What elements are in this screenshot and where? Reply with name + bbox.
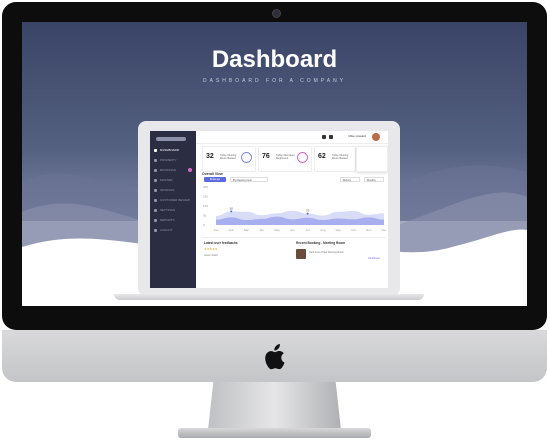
sidebar-item-customer-review[interactable]: CUSTOMER REVIEW — [154, 197, 194, 203]
dashboard-icon — [154, 148, 157, 152]
progress-ring — [297, 152, 308, 163]
sidebar-item-master[interactable]: MASTER — [154, 177, 194, 183]
x-tick-label: Jun — [290, 228, 295, 232]
period-select[interactable]: Monthly — [364, 177, 384, 182]
sidebar: DASHBOARD PROPERTY BOOKINGS MASTER INVOI… — [150, 131, 196, 288]
overall-title: Overall View — [202, 172, 223, 176]
feedback-title: Latest user feedbacks — [204, 241, 238, 245]
y-tick-label: 200 — [203, 185, 208, 189]
bookings-button[interactable]: Bookings — [204, 177, 226, 182]
stat-card: 62 Today Meeting Room Booked — [314, 146, 356, 172]
avatar[interactable] — [372, 133, 380, 141]
x-tick-label: Jan — [214, 228, 219, 232]
room-name: Park Zone Hotel Meeting Room — [309, 251, 345, 254]
logout-icon — [154, 228, 157, 232]
data-point — [306, 212, 309, 215]
message-icon[interactable] — [329, 135, 333, 139]
laptop-mockup: DASHBOARD PROPERTY BOOKINGS MASTER INVOI… — [138, 121, 400, 296]
rating-stars: ★★★★★ — [204, 247, 218, 251]
x-tick-label: Aug — [320, 228, 326, 232]
master-icon — [154, 178, 157, 182]
reviewer-name: Jason Smith — [204, 254, 218, 257]
x-tick-label: Feb — [229, 228, 235, 232]
x-tick-label: May — [274, 228, 280, 232]
y-tick-label: 50 — [203, 214, 207, 218]
sidebar-item-property[interactable]: PROPERTY — [154, 157, 194, 163]
sidebar-item-logout[interactable]: LOGOUT — [154, 227, 194, 233]
app-logo — [156, 137, 186, 141]
x-tick-label: Oct — [351, 228, 356, 232]
review-icon — [154, 198, 157, 202]
sidebar-item-invoices[interactable]: INVOICES — [154, 187, 194, 193]
booking-status: Confirmed — [368, 257, 380, 260]
notification-icon[interactable] — [322, 135, 326, 139]
stat-value: 32 — [206, 153, 214, 160]
x-tick-label: Jul — [306, 228, 310, 232]
y-tick-label: 0 — [203, 223, 205, 227]
dashboard-app: DASHBOARD PROPERTY BOOKINGS MASTER INVOI… — [150, 131, 388, 288]
camera-icon — [272, 9, 281, 18]
stat-label: Today Meeting Room Booked — [220, 154, 237, 160]
progress-ring — [241, 152, 252, 163]
monitor-foot — [178, 428, 371, 438]
hero-subtitle: DASHBOARD FOR A COMPANY — [202, 78, 347, 84]
imac-mockup: Dashboard DASHBOARD FOR A COMPANY DASHBO… — [0, 0, 549, 442]
data-label: 90 — [230, 206, 234, 210]
x-tick-label: Nov — [366, 228, 372, 232]
x-tick-label: Mar — [244, 228, 249, 232]
monitor-stand — [208, 382, 341, 430]
monitor-chin — [2, 330, 547, 382]
y-tick-label: 150 — [203, 195, 208, 199]
hero-title: Dashboard — [211, 46, 338, 73]
booking-title: Recent Booking - Meeting Room — [296, 241, 346, 245]
x-tick-label: Apr — [259, 228, 264, 232]
sidebar-item-settings[interactable]: SETTINGS — [154, 207, 194, 213]
metrics-button[interactable]: Metrics — [340, 177, 360, 182]
reports-icon — [154, 218, 157, 222]
laptop-base — [114, 294, 424, 300]
settings-icon — [154, 208, 157, 212]
top-bar: Mike Howard — [196, 131, 388, 144]
user-name[interactable]: Mike Howard — [348, 134, 366, 138]
stat-card: 76 Today Attendees Registered — [258, 146, 312, 172]
stat-label: Today Meeting Room Booked — [332, 154, 349, 160]
sidebar-item-bookings[interactable]: BOOKINGS — [154, 167, 194, 173]
stat-value: 76 — [262, 153, 270, 160]
x-tick-label: Dec — [381, 228, 386, 232]
sidebar-item-reports[interactable]: REPORTS — [154, 217, 194, 223]
sidebar-item-dashboard[interactable]: DASHBOARD — [154, 147, 194, 153]
data-label: 75 — [306, 209, 310, 213]
notification-dropdown[interactable] — [356, 146, 388, 172]
notification-badge — [188, 168, 192, 172]
y-tick-label: 100 — [203, 204, 208, 208]
room-thumbnail — [296, 249, 306, 259]
data-point — [230, 210, 233, 213]
stat-card: 32 Today Meeting Room Booked — [202, 146, 256, 172]
divider — [202, 237, 386, 238]
x-tick-label: Sep — [336, 228, 342, 232]
overall-area-chart: 200 150 100 50 0 Jan Feb Mar Apr May Jun Jul Aug Sep O… — [203, 185, 386, 232]
property-icon — [154, 158, 157, 162]
screen: Dashboard DASHBOARD FOR A COMPANY DASHBO… — [22, 22, 527, 306]
bookings-icon — [154, 168, 157, 172]
invoices-icon — [154, 188, 157, 192]
apple-logo-icon — [265, 344, 285, 370]
stat-label: Today Attendees Registered — [276, 154, 295, 160]
stat-value: 62 — [318, 153, 326, 160]
room-select[interactable]: By Meeting room — [230, 177, 268, 182]
